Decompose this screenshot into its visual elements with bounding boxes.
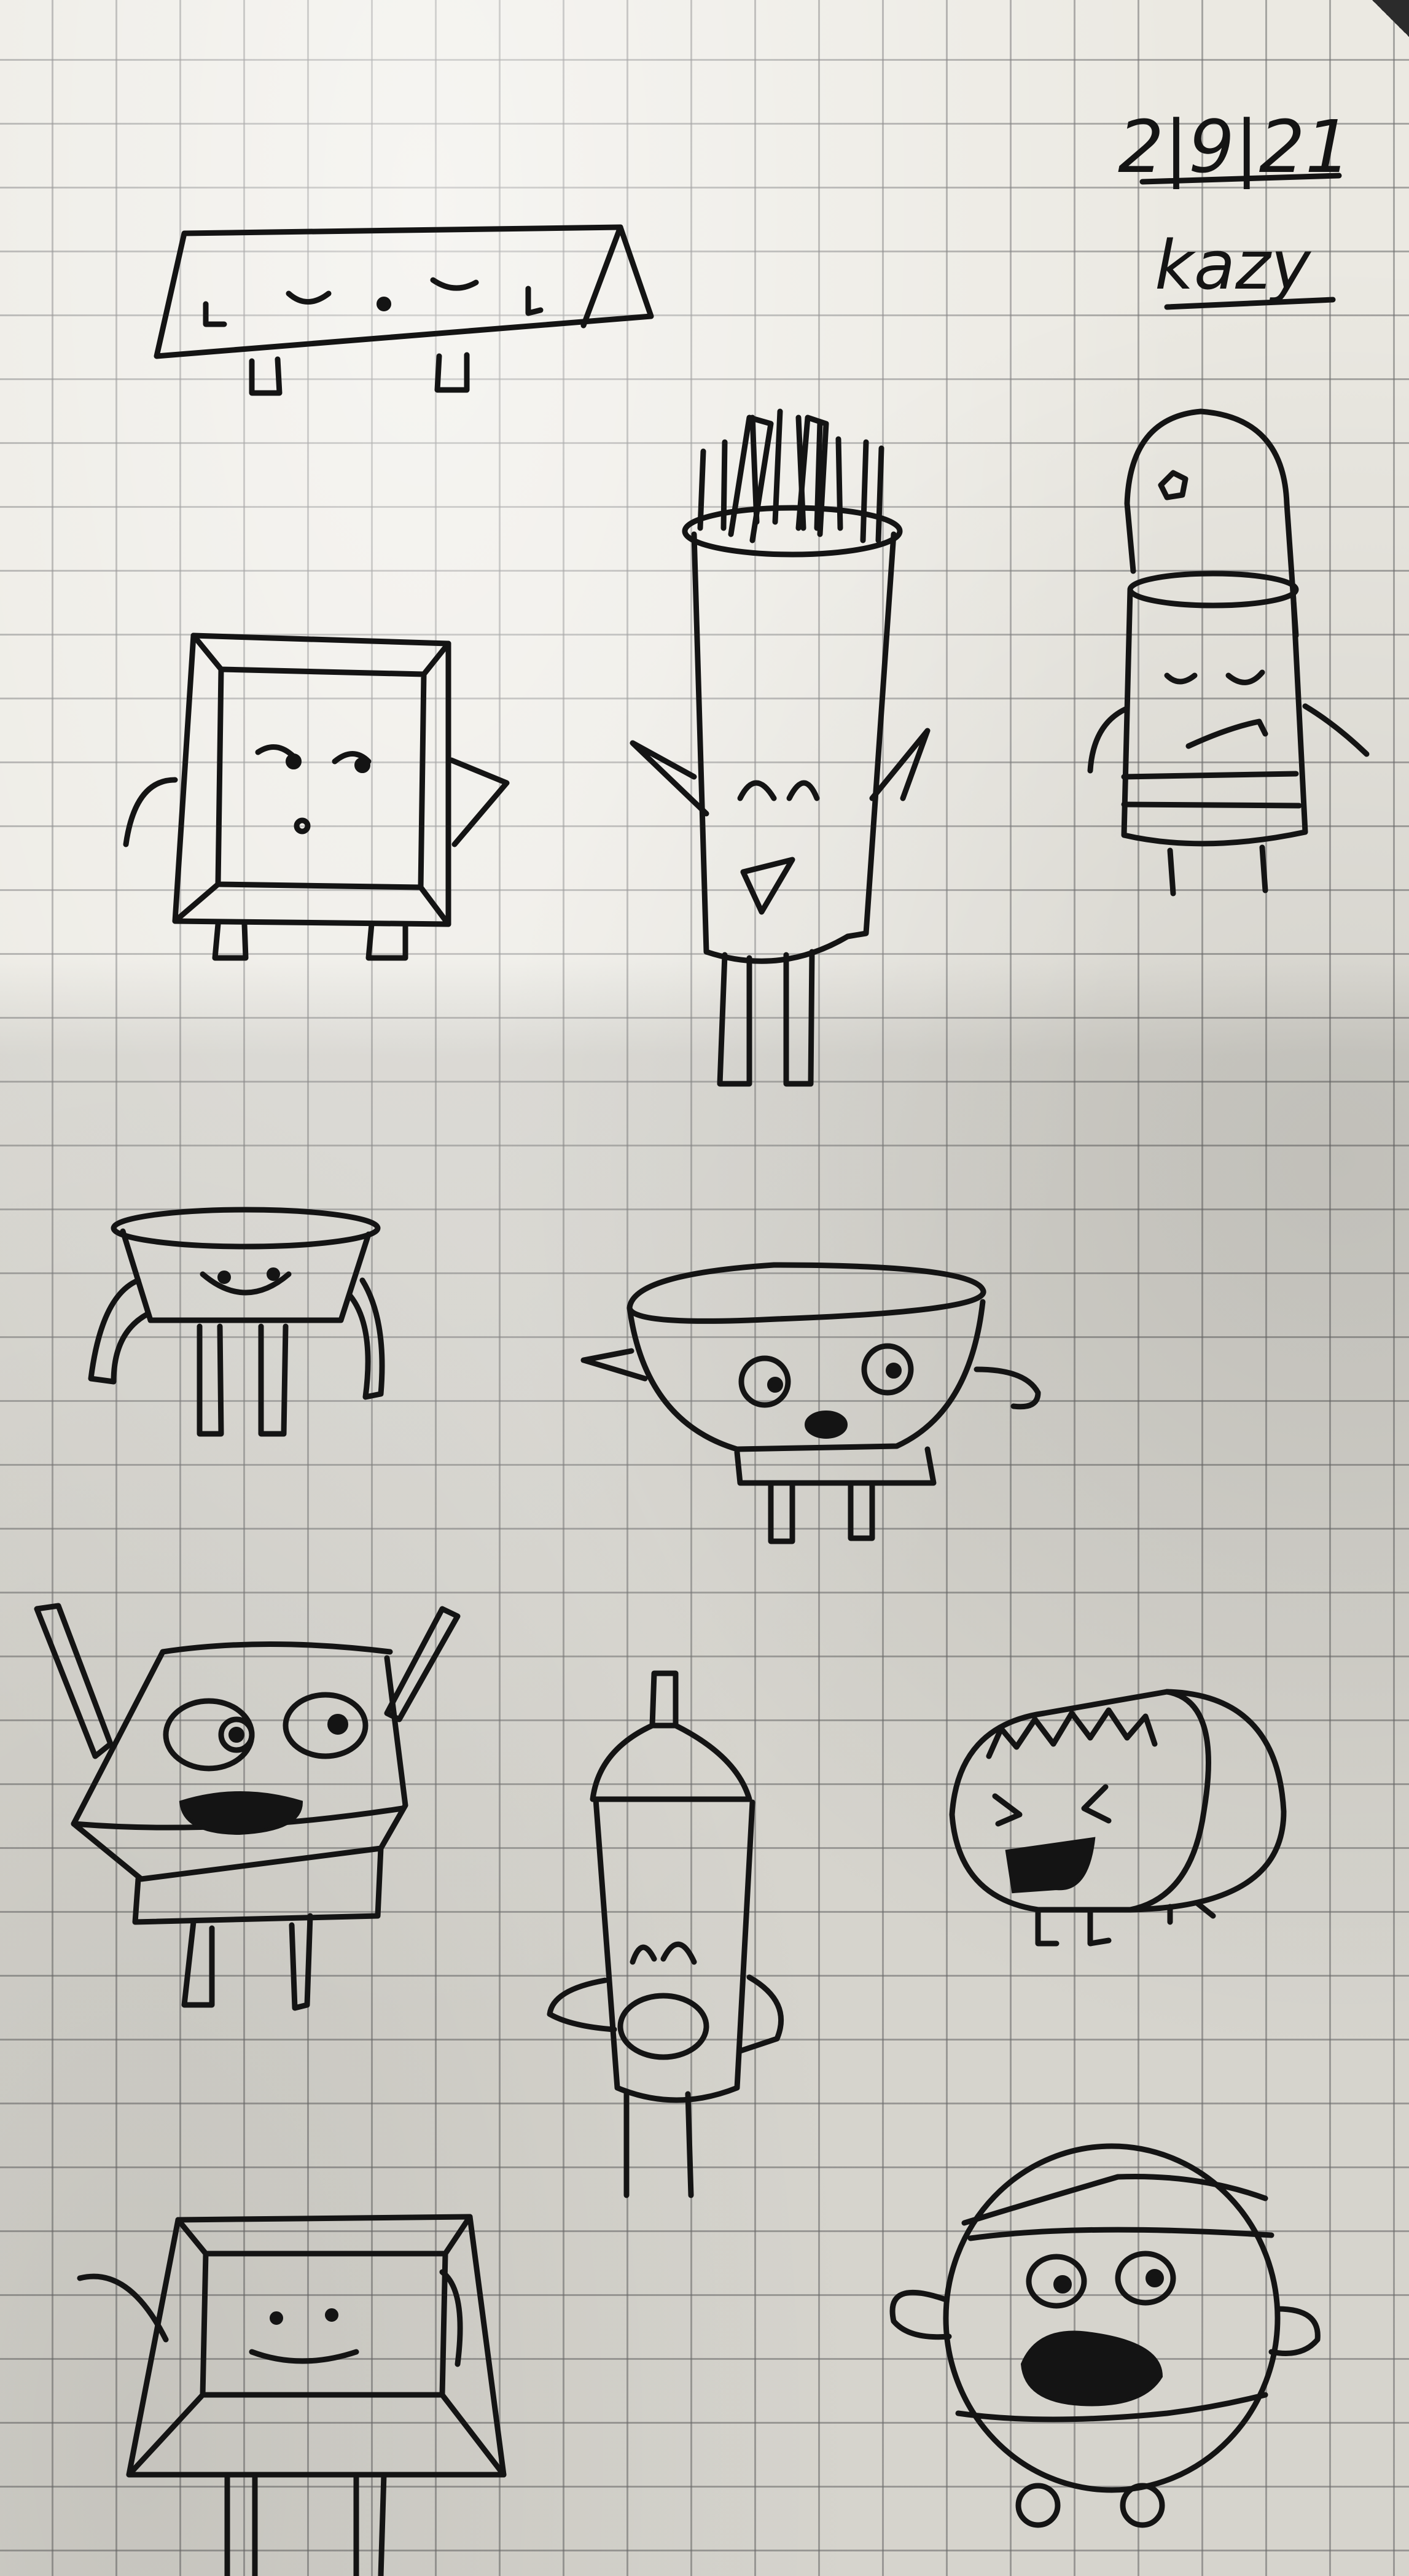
doodle-capsule [1090,411,1367,893]
doodle-big-bowl [584,1265,1038,1541]
doodle-fries-cup [633,411,927,1084]
doodle-round-ball [892,2146,1317,2525]
doodle-bottle [550,1673,781,2195]
doodle-bottom-frame [80,2217,504,2576]
doodle-square-frame [126,636,507,958]
doodle-spiky-pill [952,1692,1284,1944]
doodle-bucket [37,1606,458,2008]
doodle-small-bowl [91,1210,382,1434]
signature-text: kazy [1155,226,1312,305]
ink-drawings: 2|9|21 kazy [0,104,1409,2576]
doodle-flat-box [157,227,651,393]
